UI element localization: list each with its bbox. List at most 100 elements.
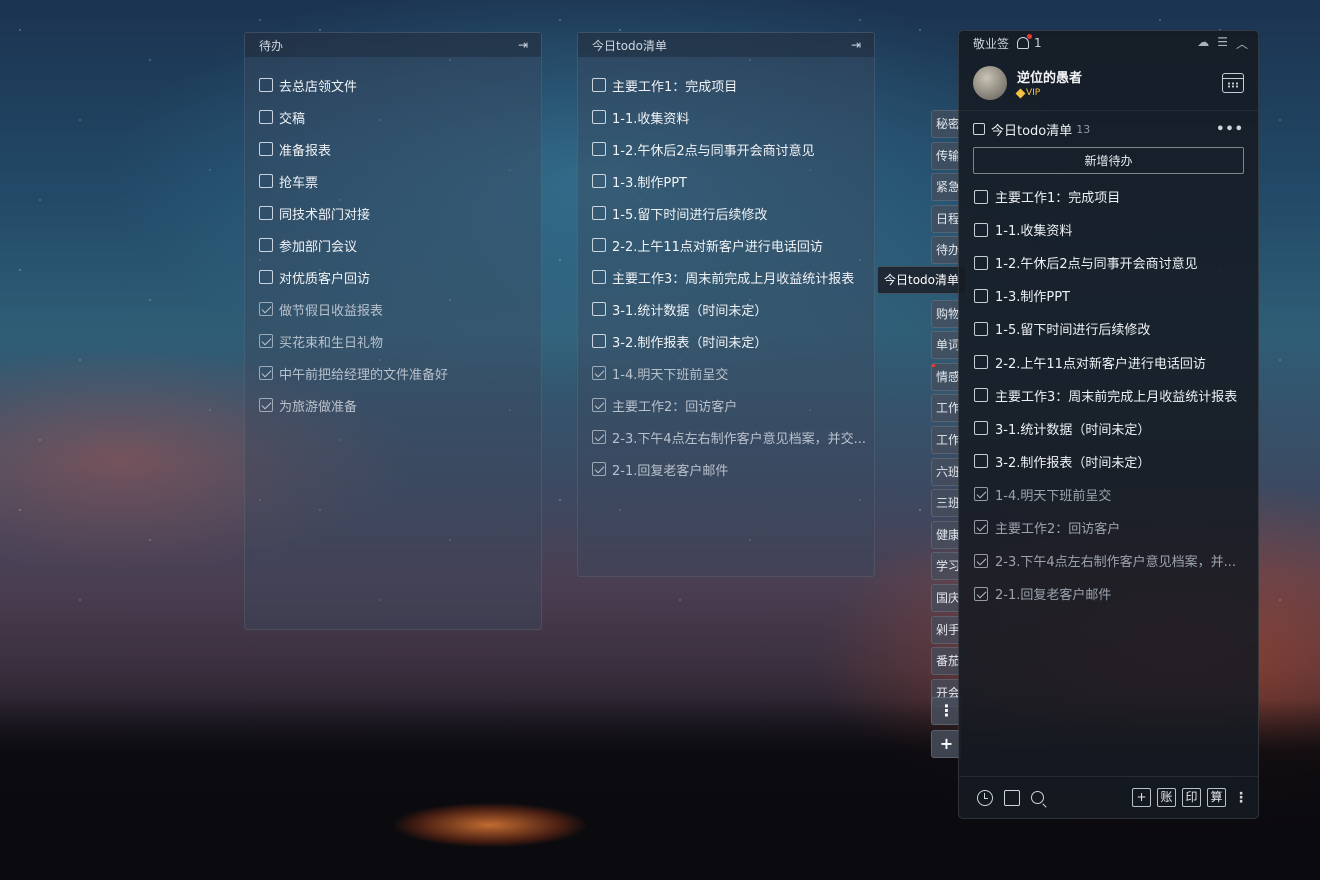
cloud-sync-icon[interactable]: ☁ [1197,35,1209,52]
checkbox[interactable] [259,238,273,252]
category-tab[interactable]: 学习 [931,552,961,581]
checkbox[interactable] [974,355,988,370]
category-tab[interactable]: 秘密 [931,110,961,138]
category-tab[interactable]: 番茄 [931,647,961,676]
checked-checkbox[interactable] [974,553,988,568]
todo-item[interactable]: 2-1.回复老客户邮件 [974,577,1258,610]
checked-checkbox[interactable] [592,366,606,380]
checked-checkbox[interactable] [592,462,606,476]
checked-checkbox[interactable] [592,398,606,412]
todo-item[interactable]: 3-1.统计数据（时间未定） [592,293,874,325]
checked-checkbox[interactable] [592,430,606,444]
todo-item[interactable]: 准备报表 [259,133,541,165]
sticky-note-today[interactable]: 今日todo清单 ⇥ 主要工作1：完成项目 1-1.收集资料 1-2.午休后2点与同… [577,32,875,577]
category-tab[interactable]: 六班 [931,457,961,486]
category-tab[interactable]: 三班 [931,489,961,518]
todo-item[interactable]: 1-4.明天下班前呈交 [592,357,874,389]
calendar-icon[interactable] [1222,72,1244,93]
todo-item[interactable]: 主要工作2：回访客户 [592,389,874,421]
checkbox[interactable] [592,142,606,156]
checkbox[interactable] [259,110,273,124]
todo-item[interactable]: 1-3.制作PPT [974,279,1258,312]
checkbox[interactable] [592,174,606,188]
todo-item[interactable]: 主要工作1：完成项目 [974,180,1258,213]
todo-item[interactable]: 为旅游做准备 [259,389,541,421]
todo-item[interactable]: 交稿 [259,101,541,133]
todo-item[interactable]: 主要工作2：回访客户 [974,511,1258,544]
todo-item[interactable]: 3-2.制作报表（时间未定） [592,325,874,357]
bell-icon[interactable] [1017,34,1033,49]
checkbox[interactable] [259,206,273,220]
checkbox[interactable] [974,421,988,436]
category-tab[interactable]: 工作 [931,425,961,454]
checkbox[interactable] [974,321,988,336]
category-tab[interactable]: 单词 [931,331,961,360]
checkbox[interactable] [974,454,988,469]
checked-checkbox[interactable] [259,302,273,316]
checked-checkbox[interactable] [974,586,988,601]
checkbox[interactable] [974,388,988,403]
todo-item[interactable]: 主要工作3：周末前完成上月收益统计报表 [974,379,1258,412]
menu-icon[interactable]: ☰ [1217,35,1228,52]
todo-item[interactable]: 2-1.回复老客户邮件 [592,453,874,485]
new-note-button[interactable]: + [1132,788,1151,807]
user-profile[interactable]: 逆位的愚者 VIP [959,55,1258,111]
collapse-icon[interactable]: ︿ [1236,35,1248,52]
todo-item[interactable]: 2-3.下午4点左右制作客户意见档案，并... [974,544,1258,577]
todo-item[interactable]: 1-4.明天下班前呈交 [974,478,1258,511]
todo-item[interactable]: 买花束和生日礼物 [259,325,541,357]
checked-checkbox[interactable] [259,366,273,380]
checkbox[interactable] [974,222,988,237]
category-tab[interactable]: 购物 [931,299,961,328]
category-tab[interactable]: 日程 [931,204,961,233]
todo-item[interactable]: 1-3.制作PPT [592,165,874,197]
checkbox[interactable] [592,302,606,316]
search-icon[interactable] [1031,791,1044,804]
checklist-icon[interactable] [1004,789,1020,806]
todo-item[interactable]: 2-3.下午4点左右制作客户意见档案，并交... [592,421,874,453]
todo-item[interactable]: 1-1.收集资料 [974,213,1258,246]
checkbox[interactable] [592,78,606,92]
clock-icon[interactable] [977,789,993,806]
category-tab[interactable]: 传输 [931,141,961,170]
todo-item[interactable]: 3-1.统计数据（时间未定） [974,412,1258,445]
todo-item[interactable]: 1-1.收集资料 [592,101,874,133]
checkbox[interactable] [974,189,988,204]
category-tab[interactable]: 情感 [931,362,961,391]
checkbox[interactable] [592,110,606,124]
checkbox[interactable] [592,334,606,348]
checked-checkbox[interactable] [259,398,273,412]
todo-item[interactable]: 同技术部门对接 [259,197,541,229]
more-menu-icon[interactable]: ⋮ [1234,790,1248,806]
add-todo-button[interactable]: 新增待办 [973,147,1244,174]
todo-item[interactable]: 主要工作3：周末前完成上月收益统计报表 [592,261,874,293]
category-tab[interactable]: 紧急 [931,173,961,202]
todo-item[interactable]: 抢车票 [259,165,541,197]
todo-item[interactable]: 做节假日收益报表 [259,293,541,325]
todo-item[interactable]: 参加部门会议 [259,229,541,261]
checkbox[interactable] [592,238,606,252]
category-tab[interactable]: 剁手 [931,615,961,644]
todo-item[interactable]: 2-2.上午11点对新客户进行电话回访 [592,229,874,261]
checkbox[interactable] [259,78,273,92]
checkbox[interactable] [974,288,988,303]
calculator-button[interactable]: 算 [1207,788,1226,807]
checked-checkbox[interactable] [974,487,988,502]
category-tab[interactable]: 国庆 [931,583,961,612]
todo-item[interactable]: 1-2.午休后2点与同事开会商讨意见 [592,133,874,165]
category-tab[interactable]: 待办 [931,236,961,265]
add-tab-button[interactable]: + [931,730,961,758]
todo-item[interactable]: 去总店领文件 [259,69,541,101]
checkbox[interactable] [592,206,606,220]
checkbox[interactable] [974,255,988,270]
note-header[interactable]: 今日todo清单 ⇥ [578,33,874,57]
avatar[interactable] [973,65,1007,100]
todo-item[interactable]: 主要工作1：完成项目 [592,69,874,101]
category-tab[interactable]: 工作 [931,394,961,423]
note-header[interactable]: 待办 ⇥ [245,33,541,57]
category-tab[interactable]: 健康 [931,520,961,549]
exit-icon[interactable]: ⇥ [515,37,531,53]
checkbox[interactable] [592,270,606,284]
checked-checkbox[interactable] [974,520,988,535]
stamp-button[interactable]: 印 [1182,788,1201,807]
